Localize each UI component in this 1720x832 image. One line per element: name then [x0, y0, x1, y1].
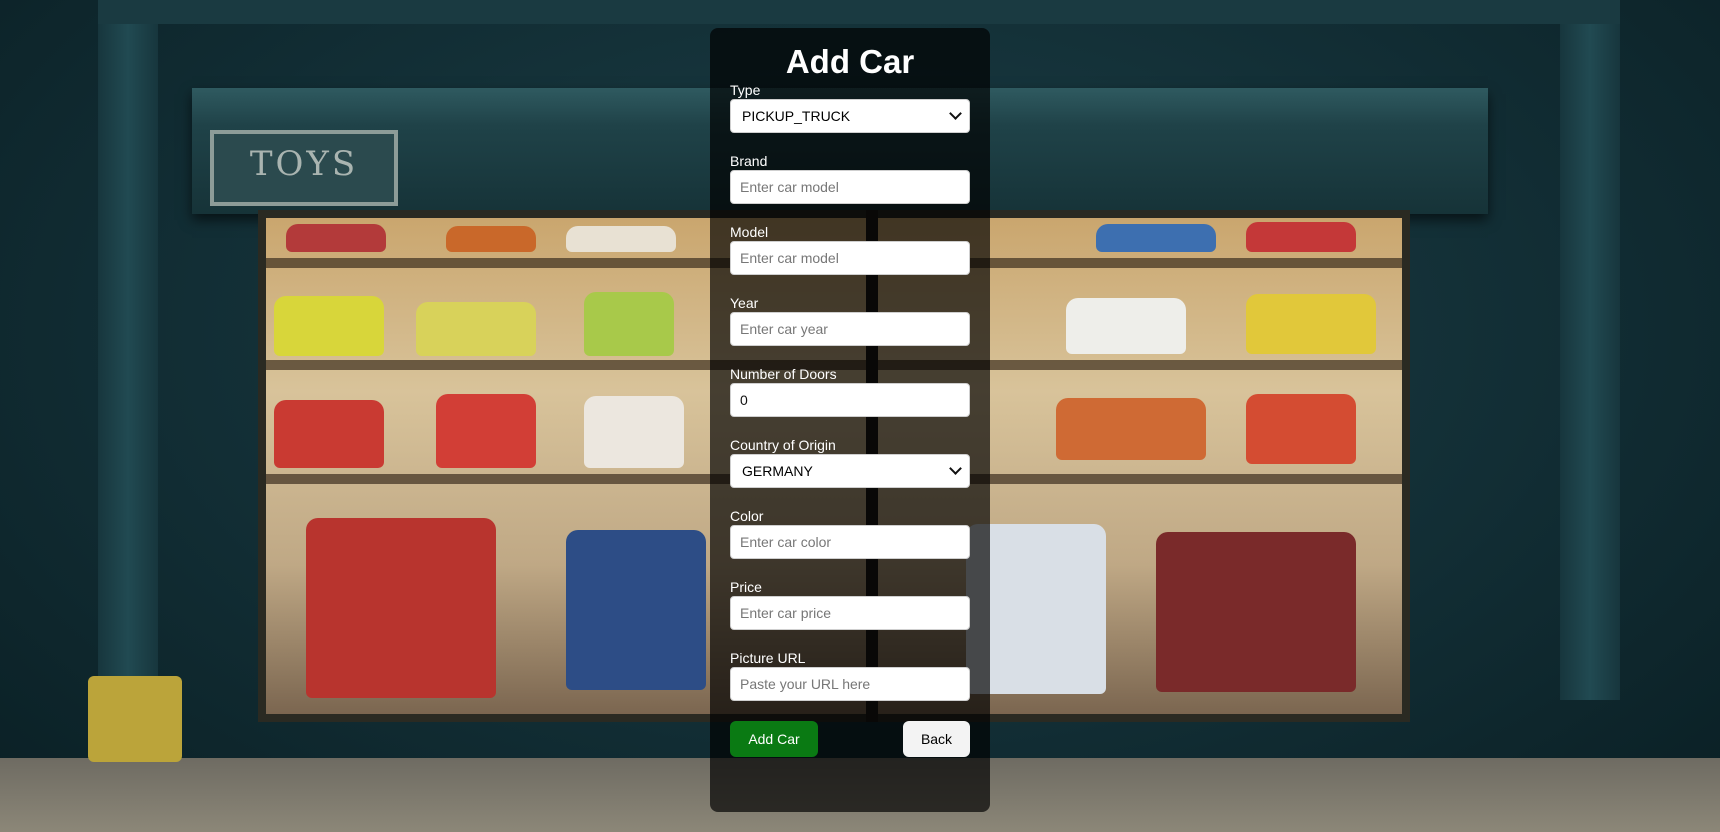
picture-url-input[interactable] [730, 667, 970, 701]
toy-car [1096, 224, 1216, 252]
year-field: Year [730, 295, 970, 346]
toy-car [584, 292, 674, 356]
toy-car [1156, 532, 1356, 692]
picture-field: Picture URL [730, 650, 970, 701]
toy-car [436, 394, 536, 468]
add-car-button[interactable]: Add Car [730, 721, 818, 757]
model-label: Model [730, 224, 769, 240]
doors-input[interactable] [730, 383, 970, 417]
add-car-form-card: Add Car Type PICKUP_TRUCK Brand Model Ye… [710, 28, 990, 812]
wall-pillar-right [1560, 0, 1620, 700]
toy-car [286, 224, 386, 252]
wall-pillar-left [98, 0, 158, 700]
price-label: Price [730, 579, 762, 595]
toy-car [1066, 298, 1186, 354]
model-input[interactable] [730, 241, 970, 275]
toy-car [1246, 394, 1356, 464]
toy-car [274, 400, 384, 468]
toy-car [1246, 222, 1356, 252]
brand-input[interactable] [730, 170, 970, 204]
country-select[interactable]: GERMANY [730, 454, 970, 488]
toy-car [274, 296, 384, 356]
top-beam [98, 0, 1620, 24]
doors-label: Number of Doors [730, 366, 837, 382]
page-title: Add Car [785, 43, 915, 80]
toy-car [566, 226, 676, 252]
brand-field: Brand [730, 153, 970, 204]
type-field: Type PICKUP_TRUCK [730, 82, 970, 133]
form-actions: Add Car Back [730, 721, 970, 757]
year-input[interactable] [730, 312, 970, 346]
toy-car [1056, 398, 1206, 460]
back-button[interactable]: Back [903, 721, 970, 757]
color-field: Color [730, 508, 970, 559]
toy-car [566, 530, 706, 690]
picture-label: Picture URL [730, 650, 806, 666]
year-label: Year [730, 295, 759, 311]
yellow-box [88, 676, 182, 762]
country-select-box[interactable] [730, 454, 970, 488]
toy-car [1246, 294, 1376, 354]
model-field: Model [730, 224, 970, 275]
doors-field: Number of Doors [730, 366, 970, 417]
color-input[interactable] [730, 525, 970, 559]
country-field: Country of Origin GERMANY [730, 437, 970, 488]
toy-car [306, 518, 496, 698]
toy-car [584, 396, 684, 468]
price-field: Price [730, 579, 970, 630]
type-label: Type [730, 82, 761, 98]
toy-car [446, 226, 536, 252]
color-label: Color [730, 508, 764, 524]
shop-sign: TOYS [210, 130, 398, 206]
price-input[interactable] [730, 596, 970, 630]
country-label: Country of Origin [730, 437, 836, 453]
type-select[interactable]: PICKUP_TRUCK [730, 99, 970, 133]
type-select-box[interactable] [730, 99, 970, 133]
toy-car [416, 302, 536, 356]
brand-label: Brand [730, 153, 768, 169]
